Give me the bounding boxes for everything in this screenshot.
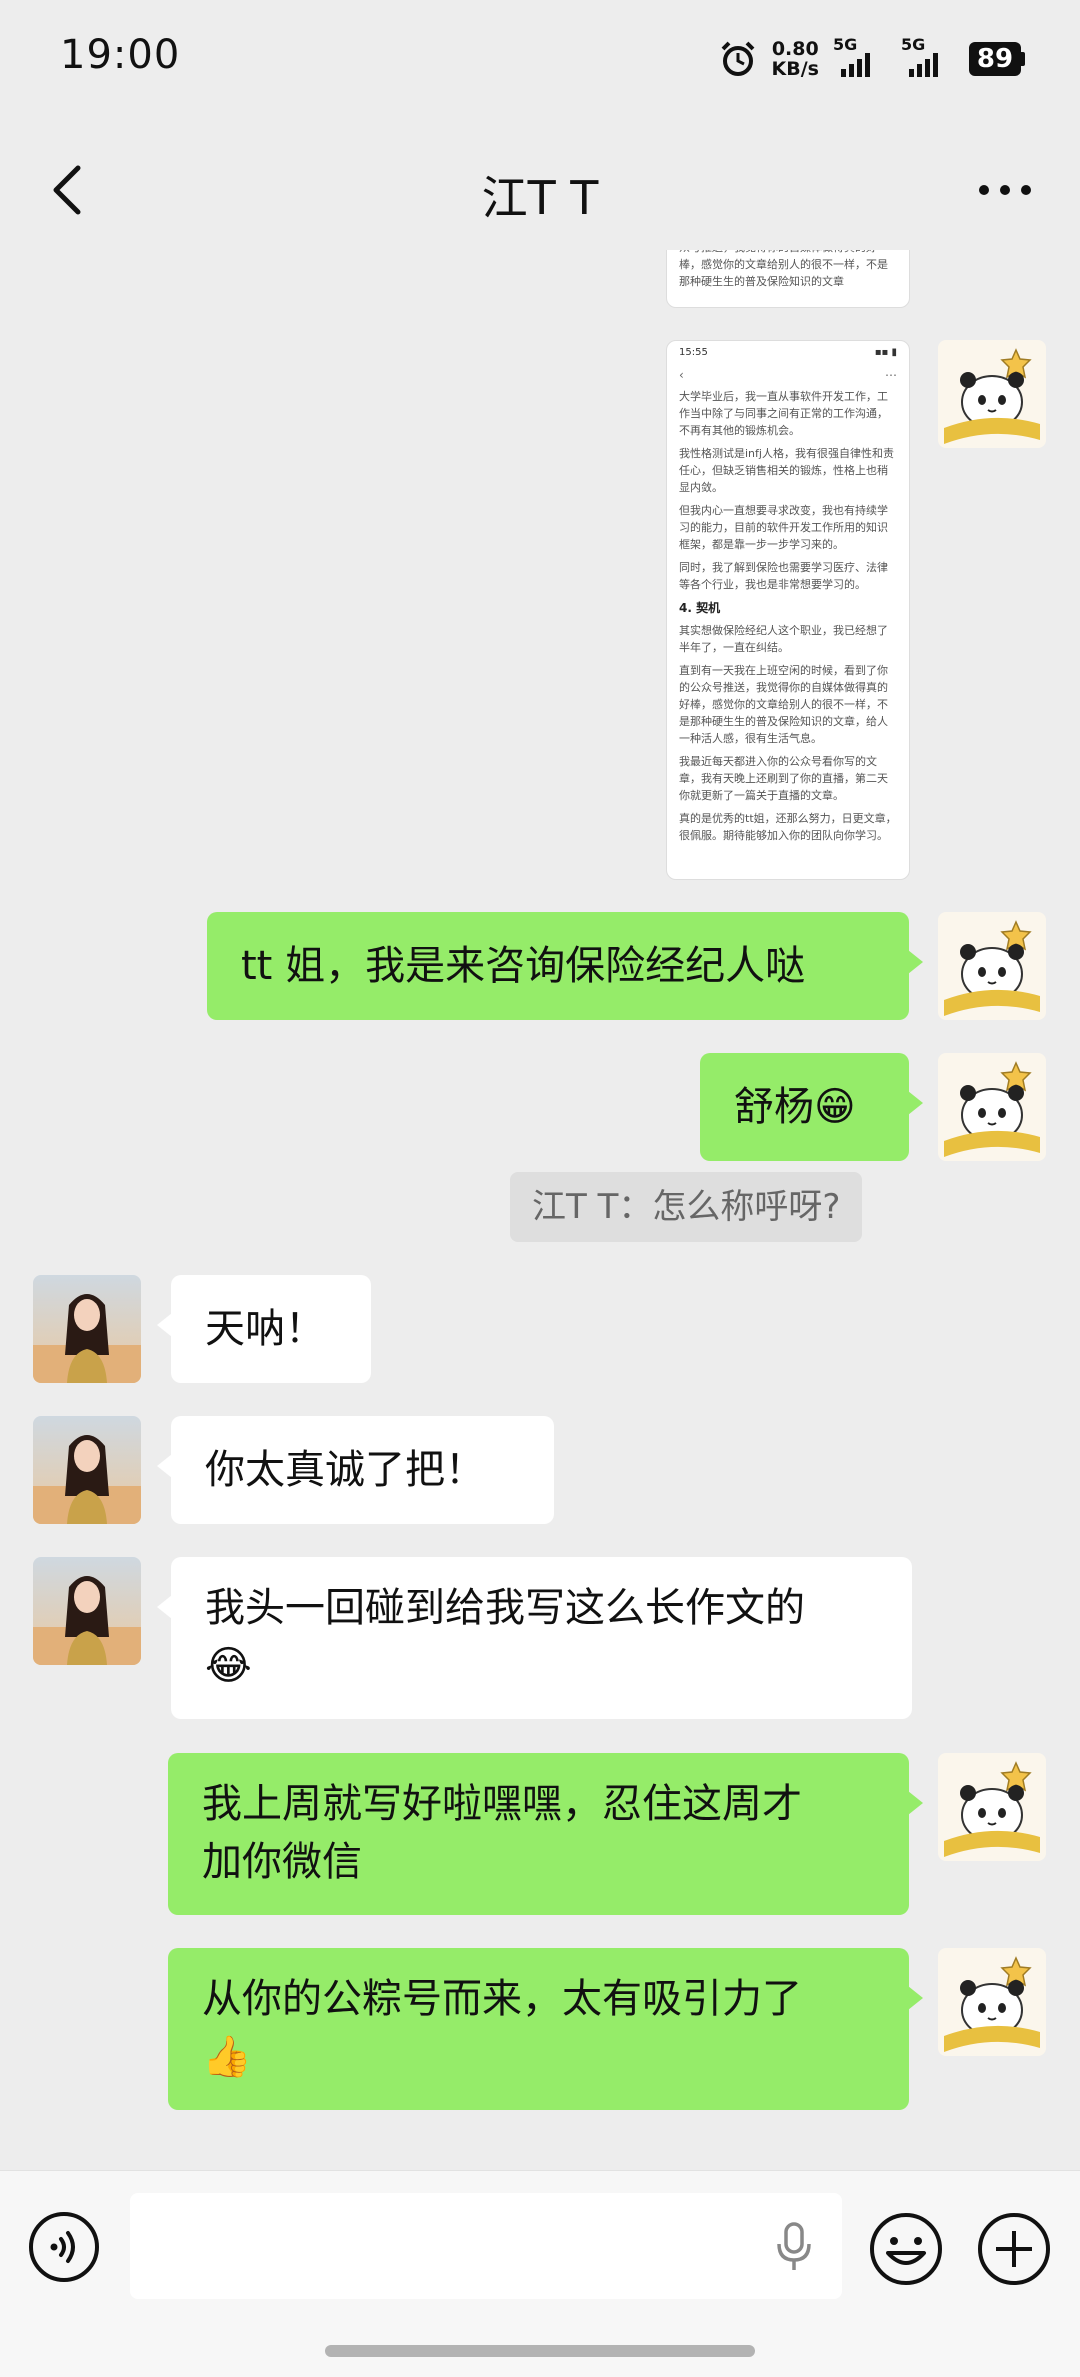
battery-icon: 89 [969, 42, 1025, 76]
message-bubble-sent[interactable]: 我上周就写好啦嘿嘿，忍住这周才 加你微信 [168, 1753, 923, 1915]
screenshot-paragraph: 我最近每天都进入你的公众号看你写的文章，我有天晚上还刷到了你的直播，第二天你就更… [679, 755, 888, 802]
contact-avatar[interactable] [33, 1557, 141, 1665]
message-bubble-received[interactable]: 天呐！ [157, 1275, 371, 1383]
signal-1-icon: 5G [833, 35, 887, 79]
message-bubble-sent[interactable]: 从你的公粽号而来，太有吸引力了 👍 [168, 1948, 923, 2110]
chat-title: 江T T [481, 171, 599, 225]
screenshot-image-partial[interactable]: 众号推送，我觉得你的自媒体做得真的好棒，感觉你的文章给别人的很不一样，不是那种硬… [666, 250, 910, 308]
screenshot-image[interactable]: 15:55 ▪▪ ▮ ‹ ⋯ 大学毕业后，我一直从事软件开发工作，工作当中除了与同事… [666, 340, 910, 880]
plus-icon[interactable] [976, 2211, 1052, 2287]
message-list[interactable]: 众号推送，我觉得你的自媒体做得真的好棒，感觉你的文章给别人的很不一样，不是那种硬… [0, 250, 1080, 2170]
my-avatar[interactable] [938, 340, 1046, 448]
mic-icon[interactable] [772, 2221, 816, 2273]
message-bubble-received[interactable]: 我头一回碰到给我写这么长作文的 😂 [157, 1557, 912, 1719]
message-bubble-received[interactable]: 你太真诚了把！ [157, 1416, 554, 1524]
my-avatar[interactable] [938, 1053, 1046, 1161]
alarm-icon [721, 41, 754, 76]
more-icon[interactable] [970, 158, 1040, 222]
screenshot-heading: 4. 契机 [679, 601, 721, 615]
emoji-icon[interactable] [868, 2211, 944, 2287]
status-icons: 0.80 KB/s 5G 5G 89 [718, 34, 1025, 84]
screenshot-paragraph: 我性格测试是infj人格，我有很强自律性和责任心，但缺乏销售相关的锻炼，性格上也… [679, 447, 894, 494]
input-bar [0, 2170, 1080, 2377]
screenshot-paragraph: 真的是优秀的tt姐，还那么努力，日更文章，很佩服。期待能够加入你的团队向你学习。 [679, 812, 897, 842]
home-indicator[interactable] [325, 2345, 755, 2357]
chat-header: 江T T [0, 130, 1080, 250]
net-speed: 0.80 KB/s [771, 38, 819, 80]
my-avatar[interactable] [938, 1753, 1046, 1861]
screenshot-paragraph: 但我内心一直想要寻求改变，我也有持续学习的能力，目前的软件开发工作所用的知识框架… [679, 504, 888, 551]
status-time: 19:00 [60, 32, 181, 78]
screenshot-text: 大学毕业后，我一直从事软件开发工作，工作当中除了与同事之间有正常的工作沟通，不再… [679, 388, 897, 844]
message-input[interactable] [130, 2193, 842, 2299]
quoted-message[interactable]: 江T T：怎么称呼呀? [510, 1172, 863, 1242]
signal-2-icon: 5G [901, 35, 955, 79]
screenshot-paragraph: 直到有一天我在上班空闲的时候，看到了你的公众号推送，我觉得你的自媒体做得真的好棒… [679, 664, 888, 745]
contact-avatar[interactable] [33, 1275, 141, 1383]
voice-icon[interactable] [28, 2211, 100, 2283]
message-bubble-sent[interactable]: 舒杨😁 [700, 1053, 923, 1161]
my-avatar[interactable] [938, 912, 1046, 1020]
screenshot-paragraph: 大学毕业后，我一直从事软件开发工作，工作当中除了与同事之间有正常的工作沟通，不再… [679, 390, 888, 437]
message-bubble-sent[interactable]: tt 姐，我是来咨询保险经纪人哒 [207, 912, 923, 1020]
screenshot-paragraph: 同时，我了解到保险也需要学习医疗、法律等各个行业，我也是非常想要学习的。 [679, 561, 888, 591]
my-avatar[interactable] [938, 1948, 1046, 2056]
screenshot-paragraph: 其实想做保险经纪人这个职业，我已经想了半年了，一直在纠结。 [679, 624, 888, 654]
contact-avatar[interactable] [33, 1416, 141, 1524]
status-bar: 19:00 0.80 KB/s 5G 5G 89 [0, 0, 1080, 120]
